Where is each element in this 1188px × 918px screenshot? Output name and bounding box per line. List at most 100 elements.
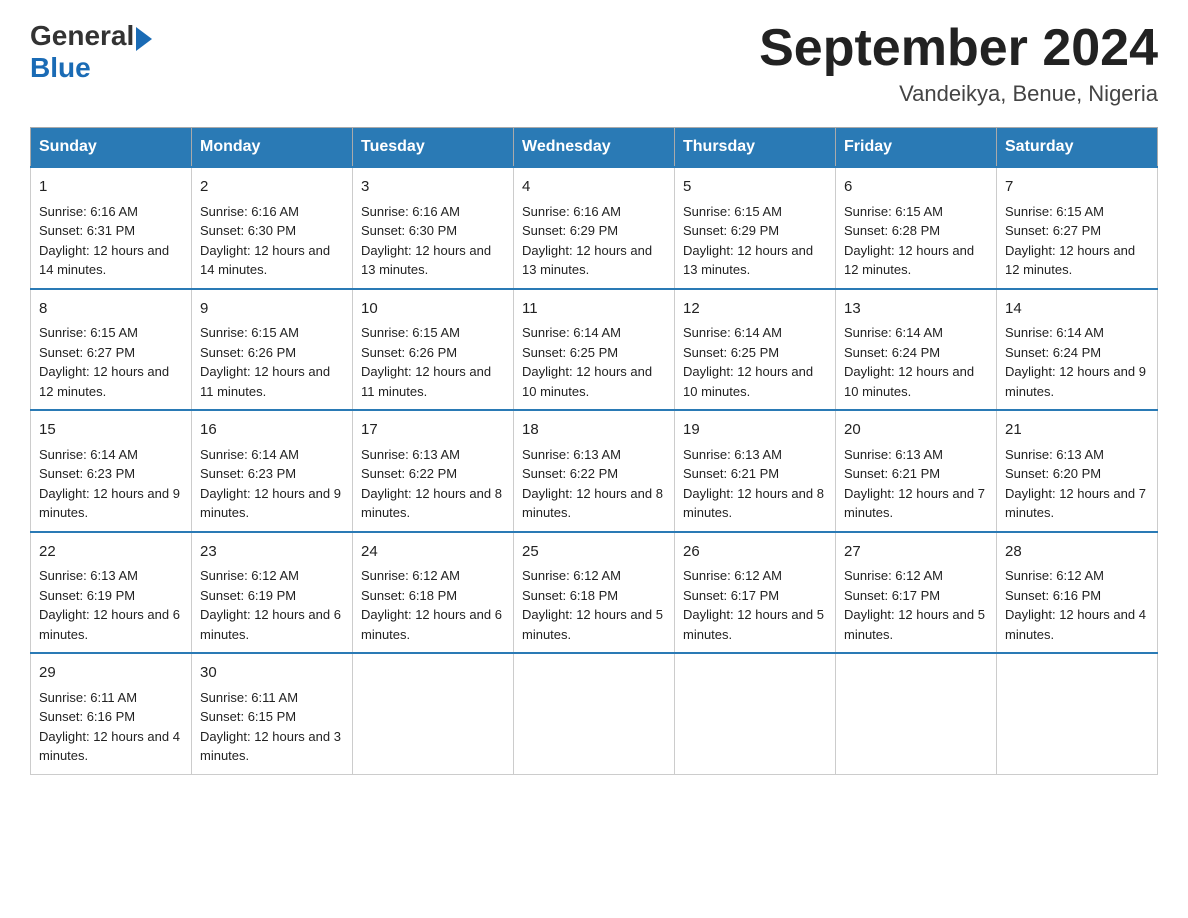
daylight-text: Daylight: 12 hours and 8 minutes.: [361, 486, 502, 521]
calendar-cell: 5Sunrise: 6:15 AMSunset: 6:29 PMDaylight…: [675, 167, 836, 289]
daylight-text: Daylight: 12 hours and 12 minutes.: [39, 364, 169, 399]
sunset-text: Sunset: 6:21 PM: [844, 466, 940, 481]
day-number: 15: [39, 419, 183, 442]
sunset-text: Sunset: 6:25 PM: [522, 345, 618, 360]
day-number: 8: [39, 298, 183, 321]
day-number: 19: [683, 419, 827, 442]
day-number: 7: [1005, 176, 1149, 199]
day-number: 22: [39, 541, 183, 564]
calendar-cell: 16Sunrise: 6:14 AMSunset: 6:23 PMDayligh…: [192, 410, 353, 532]
day-number: 29: [39, 662, 183, 685]
day-of-week-header: Thursday: [675, 128, 836, 168]
sunset-text: Sunset: 6:26 PM: [361, 345, 457, 360]
daylight-text: Daylight: 12 hours and 14 minutes.: [39, 243, 169, 278]
day-number: 27: [844, 541, 988, 564]
page-header: General Blue September 2024 Vandeikya, B…: [30, 20, 1158, 107]
calendar-cell: 1Sunrise: 6:16 AMSunset: 6:31 PMDaylight…: [31, 167, 192, 289]
day-number: 14: [1005, 298, 1149, 321]
calendar-cell: 19 Sunrise: 6:13 AM Sunset: 6:21 PM Dayligh…: [675, 410, 836, 532]
sunrise-text: Sunrise: 6:15 AM: [39, 325, 138, 340]
calendar-cell: 27Sunrise: 6:12 AMSunset: 6:17 PMDayligh…: [836, 532, 997, 654]
sunset-text: Sunset: 6:18 PM: [522, 588, 618, 603]
sunset-text: Sunset: 6:21 PM: [683, 466, 779, 481]
calendar-cell: 17Sunrise: 6:13 AMSunset: 6:22 PMDayligh…: [353, 410, 514, 532]
sunrise-text: Sunrise: 6:13 AM: [683, 447, 782, 462]
day-of-week-header: Saturday: [997, 128, 1158, 168]
calendar-cell: 20Sunrise: 6:13 AMSunset: 6:21 PMDayligh…: [836, 410, 997, 532]
sunset-text: Sunset: 6:15 PM: [200, 709, 296, 724]
calendar-cell: 6Sunrise: 6:15 AMSunset: 6:28 PMDaylight…: [836, 167, 997, 289]
day-number: 24: [361, 541, 505, 564]
sunset-text: Sunset: 6:24 PM: [1005, 345, 1101, 360]
sunset-text: Sunset: 6:16 PM: [1005, 588, 1101, 603]
day-number: 5: [683, 176, 827, 199]
sunset-text: Sunset: 6:29 PM: [683, 223, 779, 238]
day-number: 4: [522, 176, 666, 199]
calendar-subtitle: Vandeikya, Benue, Nigeria: [759, 81, 1158, 107]
sunrise-text: Sunrise: 6:12 AM: [1005, 568, 1104, 583]
day-of-week-header: Tuesday: [353, 128, 514, 168]
sunrise-text: Sunrise: 6:15 AM: [683, 204, 782, 219]
daylight-text: Daylight: 12 hours and 12 minutes.: [844, 243, 974, 278]
calendar-title: September 2024: [759, 20, 1158, 77]
calendar-cell: 25Sunrise: 6:12 AMSunset: 6:18 PMDayligh…: [514, 532, 675, 654]
sunset-text: Sunset: 6:28 PM: [844, 223, 940, 238]
daylight-text: Daylight: 12 hours and 6 minutes.: [361, 607, 502, 642]
sunrise-text: Sunrise: 6:12 AM: [522, 568, 621, 583]
day-of-week-header: Sunday: [31, 128, 192, 168]
logo-general: General: [30, 20, 134, 52]
sunrise-text: Sunrise: 6:11 AM: [200, 690, 298, 705]
daylight-text: Daylight: 12 hours and 3 minutes.: [200, 729, 341, 764]
daylight-text: Daylight: 12 hours and 8 minutes.: [522, 486, 663, 521]
day-number: 11: [522, 298, 666, 321]
day-number: 30: [200, 662, 344, 685]
sunrise-text: Sunrise: 6:13 AM: [1005, 447, 1104, 462]
sunrise-text: Sunrise: 6:15 AM: [361, 325, 460, 340]
calendar-cell: 18Sunrise: 6:13 AMSunset: 6:22 PMDayligh…: [514, 410, 675, 532]
sunset-text: Sunset: 6:18 PM: [361, 588, 457, 603]
sunset-text: Sunset: 6:20 PM: [1005, 466, 1101, 481]
daylight-text: Daylight: 12 hours and 10 minutes.: [844, 364, 974, 399]
sunset-text: Sunset: 6:22 PM: [361, 466, 457, 481]
calendar-cell: 24 Sunrise: 6:12 AM Sunset: 6:18 PM Dayligh…: [353, 532, 514, 654]
sunrise-text: Sunrise: 6:13 AM: [844, 447, 943, 462]
calendar-cell: 4Sunrise: 6:16 AMSunset: 6:29 PMDaylight…: [514, 167, 675, 289]
title-block: September 2024 Vandeikya, Benue, Nigeria: [759, 20, 1158, 107]
day-number: 3: [361, 176, 505, 199]
calendar-cell: 10Sunrise: 6:15 AMSunset: 6:26 PMDayligh…: [353, 289, 514, 411]
sunrise-text: Sunrise: 6:15 AM: [1005, 204, 1104, 219]
daylight-text: Daylight: 12 hours and 6 minutes.: [39, 607, 180, 642]
sunset-text: Sunset: 6:19 PM: [200, 588, 296, 603]
day-number: 17: [361, 419, 505, 442]
sunset-text: Sunset: 6:27 PM: [39, 345, 135, 360]
sunset-text: Sunset: 6:16 PM: [39, 709, 135, 724]
calendar-cell: 15Sunrise: 6:14 AMSunset: 6:23 PMDayligh…: [31, 410, 192, 532]
calendar-cell: 26Sunrise: 6:12 AMSunset: 6:17 PMDayligh…: [675, 532, 836, 654]
day-number: 28: [1005, 541, 1149, 564]
calendar-cell: [675, 653, 836, 774]
day-number: 18: [522, 419, 666, 442]
daylight-text: Daylight: 12 hours and 8 minutes.: [683, 486, 824, 521]
sunrise-text: Sunrise: 6:16 AM: [39, 204, 138, 219]
daylight-text: Daylight: 12 hours and 14 minutes.: [200, 243, 330, 278]
day-number: 1: [39, 176, 183, 199]
calendar-cell: 21Sunrise: 6:13 AMSunset: 6:20 PMDayligh…: [997, 410, 1158, 532]
calendar-cell: 11Sunrise: 6:14 AMSunset: 6:25 PMDayligh…: [514, 289, 675, 411]
calendar-table: SundayMondayTuesdayWednesdayThursdayFrid…: [30, 127, 1158, 775]
calendar-week-row: 15Sunrise: 6:14 AMSunset: 6:23 PMDayligh…: [31, 410, 1158, 532]
day-number: 16: [200, 419, 344, 442]
sunrise-text: Sunrise: 6:12 AM: [361, 568, 460, 583]
sunrise-text: Sunrise: 6:14 AM: [39, 447, 138, 462]
daylight-text: Daylight: 12 hours and 9 minutes.: [200, 486, 341, 521]
sunset-text: Sunset: 6:29 PM: [522, 223, 618, 238]
sunrise-text: Sunrise: 6:15 AM: [844, 204, 943, 219]
logo-block: General Blue: [30, 20, 152, 84]
day-number: 26: [683, 541, 827, 564]
sunset-text: Sunset: 6:17 PM: [844, 588, 940, 603]
calendar-cell: 2Sunrise: 6:16 AMSunset: 6:30 PMDaylight…: [192, 167, 353, 289]
sunset-text: Sunset: 6:27 PM: [1005, 223, 1101, 238]
daylight-text: Daylight: 12 hours and 5 minutes.: [683, 607, 824, 642]
daylight-text: Daylight: 12 hours and 4 minutes.: [1005, 607, 1146, 642]
calendar-cell: 12Sunrise: 6:14 AMSunset: 6:25 PMDayligh…: [675, 289, 836, 411]
sunset-text: Sunset: 6:30 PM: [200, 223, 296, 238]
